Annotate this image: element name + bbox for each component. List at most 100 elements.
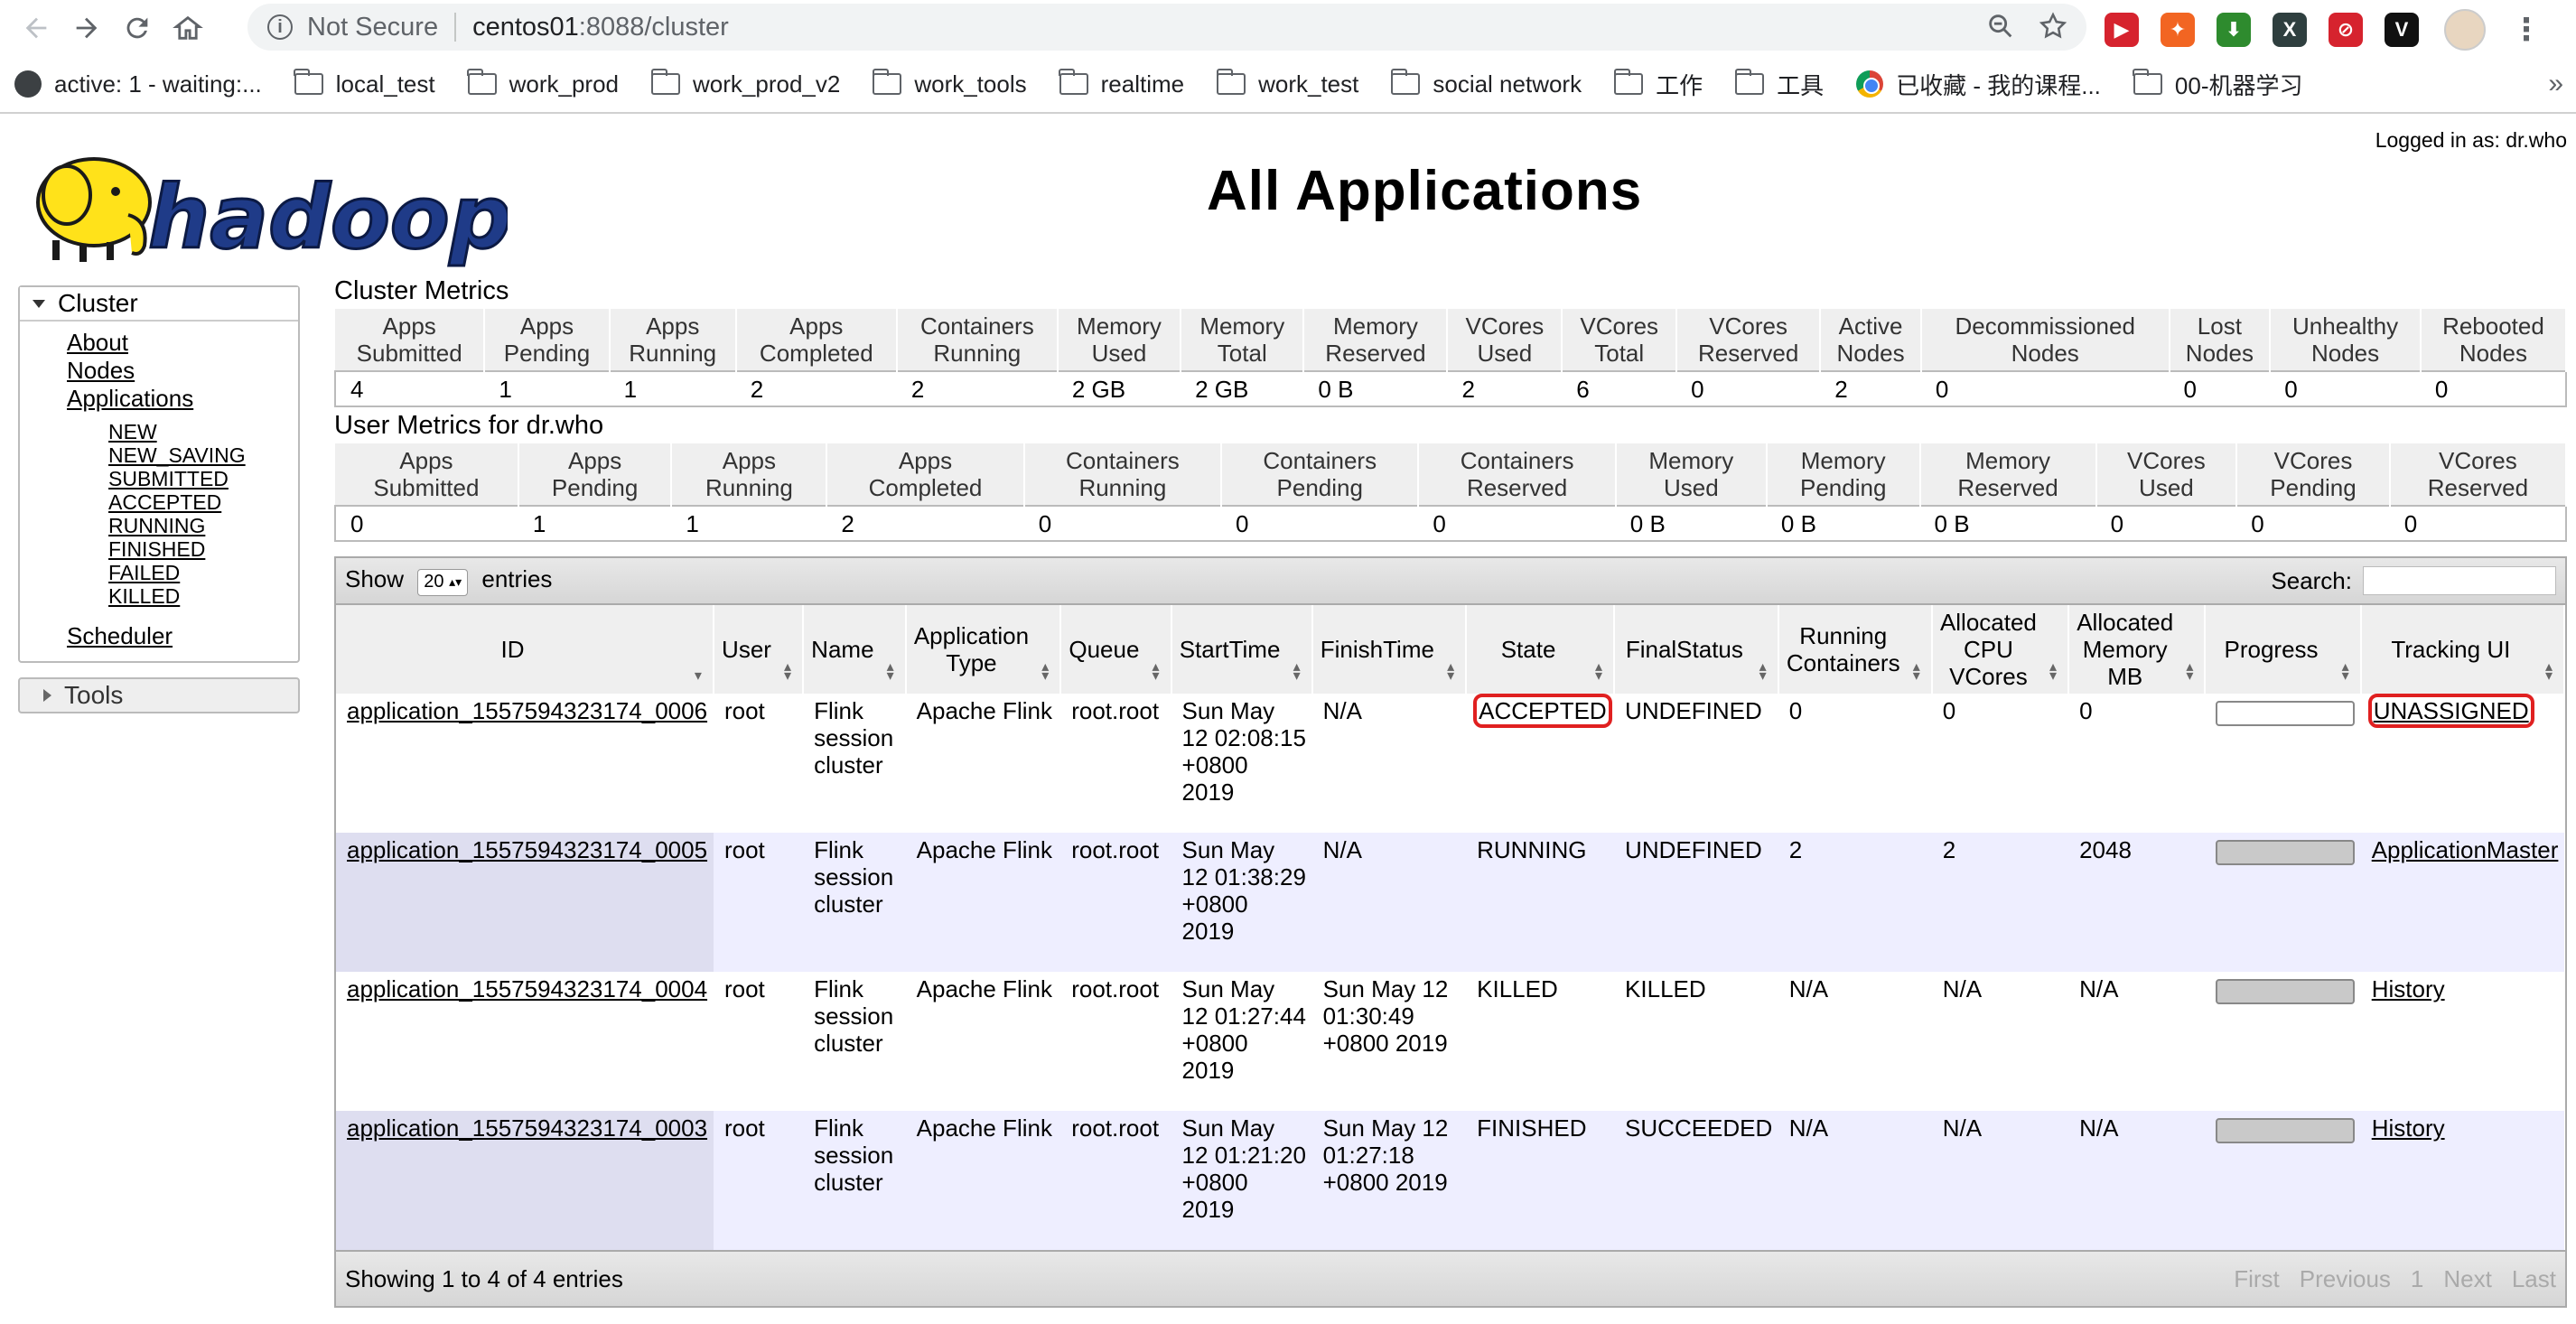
extension-icon[interactable]: ▶	[2105, 13, 2139, 47]
column-header[interactable]: Tracking UI ▴ ▾	[2360, 605, 2566, 694]
application-id-link[interactable]: application_1557594323174_0003	[347, 1114, 707, 1142]
metric-header-line: Containers	[1263, 447, 1377, 474]
metric-value: 2 GB	[1181, 370, 1304, 407]
cell-text: Apache Flink	[916, 975, 1052, 1002]
column-header[interactable]: Allocated Memory MB ▴ ▾	[2068, 605, 2207, 694]
column-header[interactable]: State ▴ ▾	[1466, 605, 1616, 694]
application-id-link[interactable]: application_1557594323174_0006	[347, 697, 707, 724]
bookmark-item[interactable]: realtime	[1059, 69, 1184, 98]
bookmark-item[interactable]: local_test	[294, 69, 435, 98]
extensions-bar: ▶ ✦ ⬇ X ⊘ V ⋮	[2105, 9, 2542, 51]
application-id-link[interactable]: application_1557594323174_0004	[347, 975, 707, 1002]
bookmark-item[interactable]: 工具	[1734, 68, 1824, 101]
sort-icon[interactable]: ▴ ▾	[2049, 660, 2057, 684]
search-input[interactable]	[2363, 566, 2556, 595]
nav-link-applications[interactable]: Applications	[20, 385, 298, 413]
nav-state-new-saving[interactable]: NEW_SAVING	[20, 443, 298, 467]
sort-icon[interactable]: ▴ ▾	[1293, 660, 1301, 684]
back-arrow-icon[interactable]	[11, 3, 61, 53]
sort-desc-icon[interactable]: ▾	[695, 669, 702, 684]
sort-icon[interactable]: ▴ ▾	[1913, 660, 1920, 684]
column-header[interactable]: FinishTime ▴ ▾	[1311, 605, 1468, 694]
nav-link-about[interactable]: About	[20, 329, 298, 357]
nav-link-scheduler[interactable]: Scheduler	[20, 622, 298, 650]
home-icon[interactable]	[163, 3, 213, 53]
bookmarks-more-icon[interactable]: »	[2548, 69, 2563, 99]
sort-icon[interactable]: ▴ ▾	[784, 660, 791, 684]
nav-state-new[interactable]: NEW	[20, 420, 298, 443]
metric-header: Memory Pending	[1766, 443, 1921, 506]
tracking-ui-link[interactable]: History	[2372, 1114, 2445, 1142]
reload-icon[interactable]	[112, 3, 163, 53]
cluster-nav-header[interactable]: Cluster	[20, 287, 298, 322]
column-header[interactable]: FinalStatus ▴ ▾	[1614, 605, 1779, 694]
sort-icon[interactable]: ▴ ▾	[1041, 660, 1049, 684]
nav-link-nodes[interactable]: Nodes	[20, 357, 298, 385]
nav-state-failed[interactable]: FAILED	[20, 561, 298, 584]
metric-value-link[interactable]: 0	[2435, 376, 2448, 403]
sort-icon[interactable]: ▴ ▾	[887, 660, 894, 684]
nav-state-accepted[interactable]: ACCEPTED	[20, 490, 298, 514]
pager-next[interactable]: Next	[2443, 1265, 2491, 1293]
menu-kebab-icon[interactable]: ⋮	[2511, 12, 2542, 48]
bookmark-item[interactable]: work_tools	[872, 69, 1027, 98]
column-header[interactable]: Name ▴ ▾	[803, 605, 907, 694]
extension-icon[interactable]: ⊘	[2329, 13, 2363, 47]
nav-state-killed[interactable]: KILLED	[20, 584, 298, 608]
bookmark-item[interactable]: 00-机器学习	[2133, 68, 2303, 101]
extension-icon[interactable]: ✦	[2161, 13, 2195, 47]
extension-icon[interactable]: ⬇	[2217, 13, 2251, 47]
extension-icon[interactable]: V	[2385, 13, 2419, 47]
metric-value-link[interactable]: 0	[2184, 376, 2197, 403]
bookmark-item[interactable]: 已收藏 - 我的课程...	[1856, 68, 2101, 101]
nav-state-finished[interactable]: FINISHED	[20, 537, 298, 561]
bookmark-item[interactable]: social network	[1390, 69, 1582, 98]
profile-avatar[interactable]	[2444, 9, 2486, 51]
column-header[interactable]: Allocated CPU VCores ▴ ▾	[1931, 605, 2070, 694]
column-header[interactable]: User ▴ ▾	[713, 605, 805, 694]
tracking-ui-link[interactable]: ApplicationMaster	[2372, 836, 2559, 863]
metric-value-link[interactable]: 2	[1834, 376, 1847, 403]
bookmark-item[interactable]: 工作	[1613, 68, 1703, 101]
zoom-icon[interactable]	[1985, 11, 2016, 42]
column-header[interactable]: Running Containers ▴ ▾	[1778, 605, 1933, 694]
metric-value-link[interactable]: 0	[2284, 376, 2297, 403]
sort-icon[interactable]: ▴ ▾	[2186, 660, 2193, 684]
application-id-link[interactable]: application_1557594323174_0005	[347, 836, 707, 863]
info-icon[interactable]: i	[267, 14, 293, 40]
tracking-ui-link[interactable]: History	[2372, 975, 2445, 1002]
tracking-ui-link-highlighted[interactable]: UNASSIGNED	[2367, 694, 2534, 728]
metric-header: Apps Completed	[735, 309, 898, 371]
pager-1[interactable]: 1	[2411, 1265, 2423, 1293]
sort-icon[interactable]: ▴ ▾	[1759, 660, 1767, 684]
url-host: centos01	[472, 12, 579, 42]
pager-first[interactable]: First	[2234, 1265, 2280, 1293]
forward-arrow-icon[interactable]	[61, 3, 112, 53]
progress-bar	[2216, 701, 2356, 726]
bookmark-item[interactable]: work_test	[1216, 69, 1358, 98]
bookmark-item[interactable]: work_prod_v2	[650, 69, 840, 98]
extension-icon[interactable]: X	[2273, 13, 2307, 47]
pager-previous[interactable]: Previous	[2300, 1265, 2391, 1293]
column-header[interactable]: StartTime ▴ ▾	[1171, 605, 1313, 694]
bookmark-item[interactable]: work_prod	[467, 69, 619, 98]
pager-last[interactable]: Last	[2512, 1265, 2556, 1293]
bookmark-item[interactable]: active: 1 - waiting:...	[14, 70, 262, 98]
column-header[interactable]: Progress ▴ ▾	[2205, 605, 2362, 694]
metric-value-link[interactable]: 0	[1936, 376, 1948, 403]
column-header[interactable]: Queue ▴ ▾	[1060, 605, 1172, 694]
column-header[interactable]: Application Type ▴ ▾	[905, 605, 1062, 694]
sort-icon[interactable]: ▴ ▾	[1595, 660, 1602, 684]
nav-state-running[interactable]: RUNNING	[20, 514, 298, 537]
address-bar[interactable]: i Not Secure centos01:8088/cluster	[247, 4, 2086, 51]
sort-icon[interactable]: ▴ ▾	[2545, 660, 2553, 684]
sort-icon[interactable]: ▴ ▾	[1447, 660, 1454, 684]
column-header[interactable]: ID ▾	[336, 605, 714, 694]
star-icon[interactable]	[2038, 11, 2068, 42]
sort-icon[interactable]: ▴ ▾	[1153, 660, 1160, 684]
cluster-label: Cluster	[58, 289, 138, 317]
entries-select[interactable]: 20 ▴▾	[417, 568, 469, 596]
tools-nav[interactable]: Tools	[18, 677, 300, 713]
nav-state-submitted[interactable]: SUBMITTED	[20, 467, 298, 490]
sort-icon[interactable]: ▴ ▾	[2342, 660, 2349, 684]
